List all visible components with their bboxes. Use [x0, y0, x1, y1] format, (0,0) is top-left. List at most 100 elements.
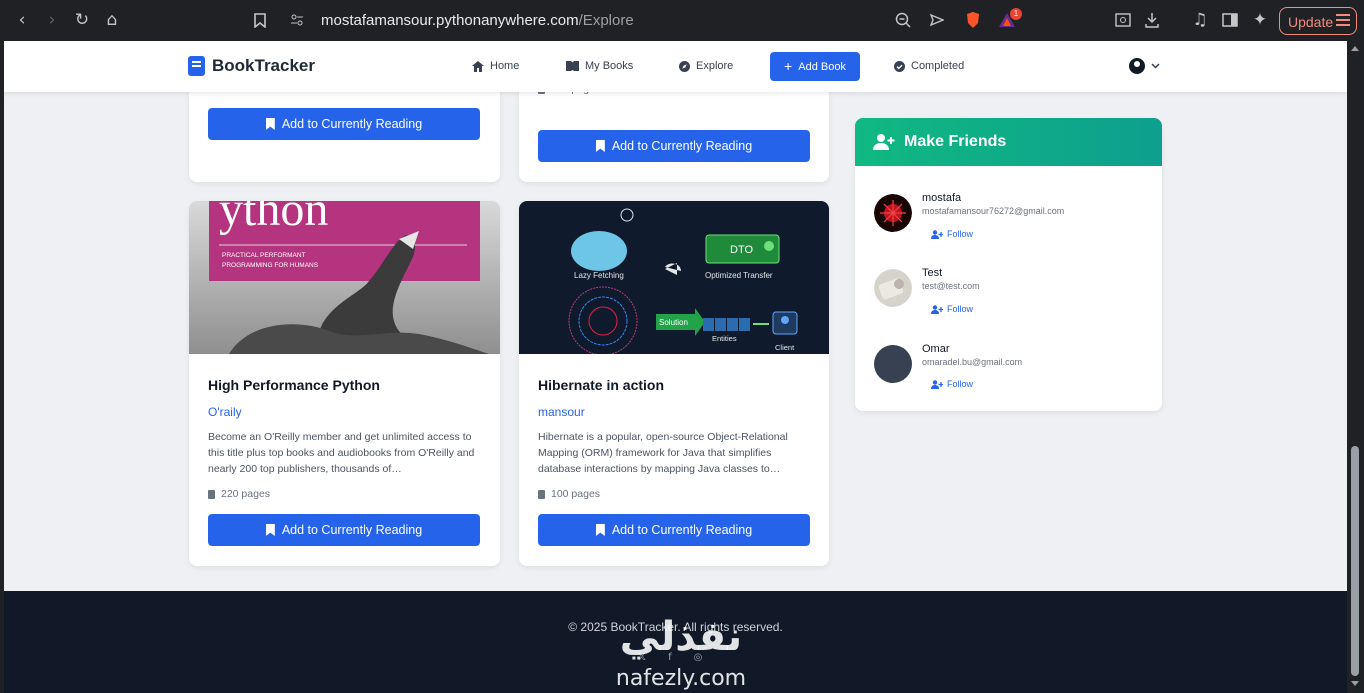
add-to-reading-button[interactable]: Add to Currently Reading	[538, 130, 810, 162]
user-plus-icon	[931, 379, 943, 389]
page-count: 220 pages	[208, 488, 270, 500]
address-bar[interactable]: mostafamansour.pythonanywhere.com/Explor…	[321, 12, 634, 29]
brand-name: BookTracker	[212, 56, 315, 75]
sidebar-icon[interactable]	[1219, 9, 1241, 31]
svg-text:ython: ython	[219, 201, 328, 236]
page-count: 100 pages	[538, 488, 600, 500]
book-author[interactable]: O'raily	[208, 405, 242, 419]
twitter-icon[interactable]: 𝕏	[638, 652, 646, 663]
pages-icon	[208, 489, 215, 499]
nav-explore[interactable]: Explore	[679, 60, 733, 72]
top-navbar: BookTracker Home My Books Explore + Add …	[4, 41, 1347, 92]
add-to-reading-button[interactable]: Add to Currently Reading	[208, 108, 480, 140]
nav-completed[interactable]: Completed	[894, 60, 964, 72]
book-icon	[188, 56, 205, 76]
chevron-down-icon	[1151, 63, 1160, 69]
brave-shield-icon[interactable]	[962, 9, 984, 31]
pages-label: 220 pages	[221, 488, 271, 500]
footer-copyright: © 2025 BookTracker. All rights reserved.	[568, 620, 783, 634]
check-circle-icon	[894, 60, 905, 72]
site-settings-icon[interactable]	[286, 9, 308, 31]
leo-ai-icon[interactable]: ✦	[1249, 9, 1271, 31]
avatar[interactable]	[874, 345, 912, 383]
friend-name: Test	[922, 267, 943, 279]
book-cover-image[interactable]: ython PRACTICAL PERFORMANT PROGRAMMING F…	[189, 201, 500, 354]
user-plus-icon	[931, 229, 943, 239]
avatar[interactable]	[874, 269, 912, 307]
plus-icon: +	[784, 58, 793, 74]
media-icon[interactable]: ♫	[1189, 9, 1211, 31]
forward-icon[interactable]: ›	[41, 9, 63, 31]
follow-button[interactable]: Follow	[931, 379, 973, 389]
svg-text:Solution: Solution	[659, 318, 688, 327]
book-author[interactable]: mansour	[538, 405, 585, 419]
svg-text:PROGRAMMING FOR HUMANS: PROGRAMMING FOR HUMANS	[222, 262, 319, 269]
instagram-icon[interactable]: ◎	[694, 652, 703, 663]
url-host: mostafamansour.pythonanywhere.com	[321, 12, 579, 29]
button-label: Add to Currently Reading	[281, 523, 423, 537]
follow-label: Follow	[947, 304, 974, 314]
user-plus-icon	[931, 304, 943, 314]
scrollbar-thumb[interactable]	[1351, 446, 1359, 676]
user-plus-icon	[873, 134, 895, 150]
avatar[interactable]	[874, 194, 912, 232]
add-to-reading-button[interactable]: Add to Currently Reading	[208, 514, 480, 546]
user-menu[interactable]	[1129, 58, 1160, 74]
nav-completed-label: Completed	[911, 60, 965, 72]
add-book-button[interactable]: + Add Book	[770, 52, 860, 81]
bookmark-icon	[265, 524, 275, 536]
nav-my-books[interactable]: My Books	[566, 60, 633, 72]
home-icon[interactable]: ⌂	[101, 9, 123, 31]
back-icon[interactable]: ‹	[11, 9, 33, 31]
friend-name: Omar	[922, 343, 950, 355]
browser-toolbar: ‹ › ↻ ⌂ mostafamansour.pythonanywhere.co…	[0, 0, 1364, 41]
nav-my-books-label: My Books	[585, 60, 634, 72]
reader-mode-icon[interactable]	[1112, 9, 1134, 31]
nav-home[interactable]: Home	[472, 60, 519, 72]
user-avatar-icon	[1129, 58, 1145, 74]
book-card: Lazy Fetching DTO Optimized Transfer Sol…	[519, 201, 829, 566]
book-title[interactable]: High Performance Python	[208, 377, 380, 393]
reload-icon[interactable]: ↻	[71, 9, 93, 31]
site-footer: © 2025 BookTracker. All rights reserved.…	[4, 591, 1347, 693]
send-icon[interactable]	[926, 9, 948, 31]
svg-text:PRACTICAL PERFORMANT: PRACTICAL PERFORMANT	[222, 252, 306, 259]
follow-button[interactable]: Follow	[931, 229, 973, 239]
pages-label: 100 pages	[551, 488, 601, 500]
friend-name: mostafa	[922, 192, 962, 204]
book-cover-image[interactable]: Lazy Fetching DTO Optimized Transfer Sol…	[519, 201, 829, 354]
book-title[interactable]: Hibernate in action	[538, 377, 664, 393]
svg-text:DTO: DTO	[730, 244, 753, 256]
make-friends-panel: Make Friends mostafa mostafamansour76272…	[855, 118, 1162, 411]
svg-text:Client: Client	[775, 343, 795, 352]
bookmark-icon	[595, 524, 605, 536]
book-description: Become an O'Reilly member and get unlimi…	[208, 431, 475, 475]
notification-badge: 1	[1010, 8, 1022, 20]
scroll-down-arrow[interactable]	[1351, 681, 1359, 686]
download-icon[interactable]	[1141, 9, 1163, 31]
svg-text:Lazy Fetching: Lazy Fetching	[574, 271, 624, 280]
compass-icon	[679, 60, 690, 72]
follow-label: Follow	[947, 229, 974, 239]
home-icon	[472, 60, 484, 72]
button-label: Add to Currently Reading	[281, 117, 423, 131]
zoom-icon[interactable]	[892, 9, 914, 31]
nav-explore-label: Explore	[696, 60, 734, 72]
bookmark-icon	[265, 118, 275, 130]
make-friends-title: Make Friends	[904, 133, 1007, 150]
brand-logo[interactable]: BookTracker	[188, 56, 315, 76]
make-friends-header: Make Friends	[855, 118, 1162, 166]
vertical-scrollbar[interactable]	[1347, 41, 1364, 693]
page-viewport: Add to Currently Reading 310 pages Add t…	[4, 41, 1347, 693]
update-button[interactable]: Update	[1279, 7, 1357, 35]
bookmark-icon[interactable]	[249, 9, 271, 31]
book-open-icon	[566, 61, 579, 71]
add-to-reading-button[interactable]: Add to Currently Reading	[538, 514, 810, 546]
nav-home-label: Home	[490, 60, 520, 72]
svg-text:Optimized Transfer: Optimized Transfer	[705, 271, 773, 280]
follow-button[interactable]: Follow	[931, 304, 973, 314]
follow-label: Follow	[947, 379, 974, 389]
scroll-up-arrow[interactable]	[1351, 46, 1359, 51]
menu-icon	[1336, 14, 1350, 29]
facebook-icon[interactable]: f	[668, 652, 672, 663]
